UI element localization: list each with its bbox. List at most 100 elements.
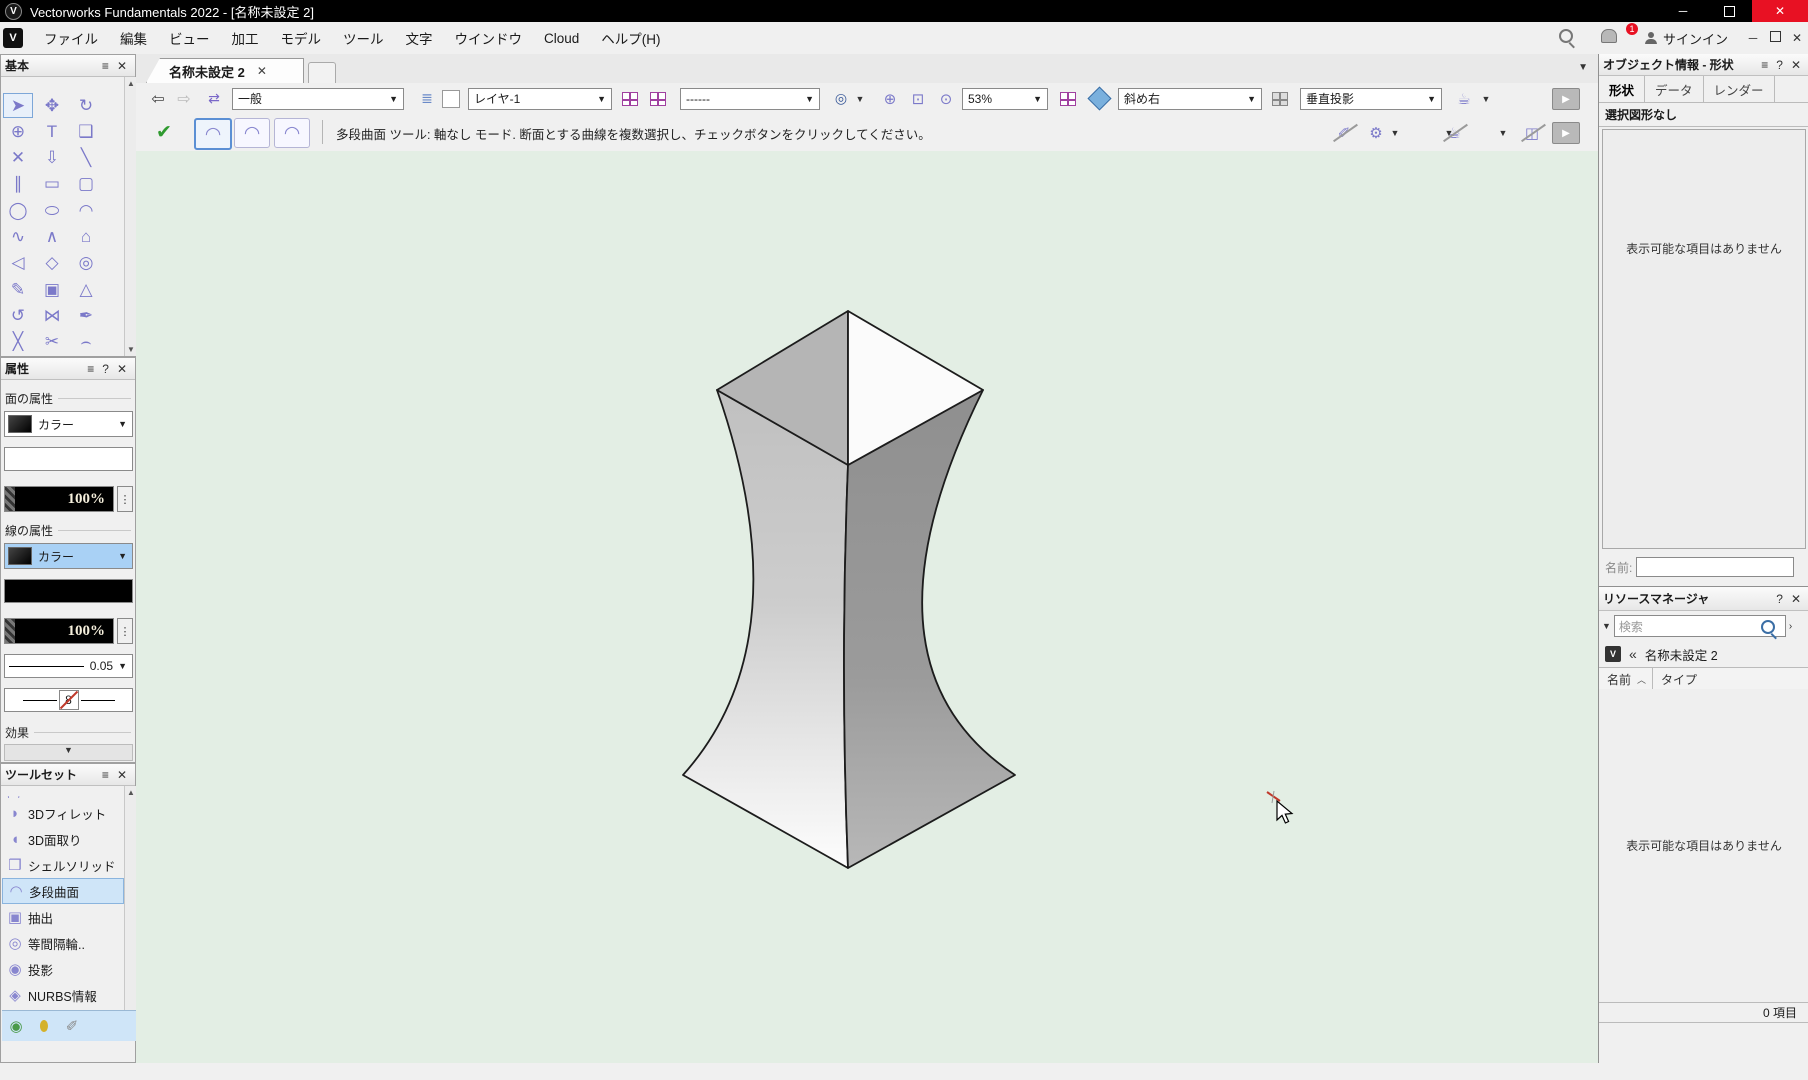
shapes-slash-icon[interactable]: ◫: [1520, 124, 1544, 142]
window-close-button[interactable]: ✕: [1752, 0, 1808, 22]
palette-close-icon[interactable]: ✕: [113, 59, 131, 73]
render-style-teapot-icon[interactable]: ☕: [1452, 90, 1476, 108]
menu-item[interactable]: ファイル: [33, 22, 109, 54]
palette-close-icon[interactable]: ✕: [113, 362, 131, 376]
effects-expand-button[interactable]: ▼: [4, 744, 133, 761]
toolset-item-抽出[interactable]: ▣抽出: [2, 904, 124, 930]
freehand-tool-icon[interactable]: ∿: [3, 225, 33, 250]
panel-expand-chevron-icon[interactable]: ›: [1786, 621, 1795, 632]
callout-tool-icon[interactable]: ❑: [71, 119, 101, 144]
signin-button[interactable]: サインイン: [1631, 29, 1742, 48]
palette-menu-icon[interactable]: ≡: [83, 362, 98, 376]
class-visibility-icon[interactable]: [622, 92, 638, 106]
menu-item[interactable]: ツール: [332, 22, 395, 54]
fillet-tool-icon[interactable]: ⌢: [71, 330, 101, 355]
pen-style-dropdown[interactable]: カラー ▼: [4, 543, 133, 569]
delete-tool-icon[interactable]: ✕: [3, 146, 33, 171]
tab-overflow-chevron-icon[interactable]: ▼: [1578, 62, 1588, 73]
plane-pencil-slash-icon[interactable]: ✐: [1332, 124, 1356, 142]
pen-color-bar[interactable]: [4, 579, 133, 603]
menu-item[interactable]: 編集: [109, 22, 158, 54]
column-name[interactable]: 名前: [1599, 671, 1631, 688]
fill-opacity-slider[interactable]: 100%: [4, 486, 114, 512]
layers-stack-icon[interactable]: ≣: [416, 90, 438, 107]
mirror-tool-icon[interactable]: ⋈: [37, 303, 67, 328]
chevron-down-icon[interactable]: ▼: [852, 94, 868, 104]
window-maximize-button[interactable]: [1706, 0, 1752, 22]
pen-opacity-options-button[interactable]: ⋮: [117, 618, 133, 644]
tab-render[interactable]: レンダー: [1704, 76, 1775, 102]
flyover-tool-icon[interactable]: ↻: [71, 93, 101, 118]
circle-tool-icon[interactable]: ◯: [3, 198, 33, 223]
chevron-down-icon[interactable]: ▼: [1442, 128, 1456, 138]
window-pane-icon[interactable]: [1060, 92, 1076, 106]
sort-ascending-icon[interactable]: ︿: [1637, 673, 1646, 686]
tab-data[interactable]: データ: [1645, 76, 1704, 102]
ellipse-tool-icon[interactable]: ⬭: [37, 198, 67, 223]
zoom-in-icon[interactable]: ⊕: [878, 90, 902, 108]
rounded-rectangle-tool-icon[interactable]: ▢: [71, 172, 101, 197]
toolset-item-シェルソリッド[interactable]: ❒シェルソリッド: [2, 852, 124, 878]
chevron-down-icon[interactable]: ▼: [1599, 621, 1614, 631]
pan-tool-icon[interactable]: ✥: [37, 93, 67, 118]
magnifier-icon[interactable]: ⊙: [934, 90, 958, 108]
menu-item[interactable]: 加工: [221, 22, 270, 54]
tool-settings-gear-icon[interactable]: ⚙: [1364, 124, 1388, 142]
back-view-button[interactable]: ⇦: [146, 89, 170, 109]
layer-visibility-icon[interactable]: [650, 92, 666, 106]
search-button[interactable]: [1545, 29, 1587, 48]
line-style-dropdown[interactable]: ------ ▼: [680, 88, 820, 110]
toolset-item-等間隔輪..[interactable]: ◎等間隔輪..: [2, 930, 124, 956]
palette-close-icon[interactable]: ✕: [113, 768, 131, 782]
chevron-down-icon[interactable]: ▼: [1496, 128, 1510, 138]
reference-point-icon[interactable]: ◎: [830, 90, 852, 107]
pen-opacity-slider[interactable]: 100%: [4, 618, 114, 644]
fit-to-objects-icon[interactable]: ⊡: [906, 90, 930, 108]
selection-tool-icon[interactable]: ➤: [3, 93, 33, 118]
menu-item[interactable]: 文字: [395, 22, 444, 54]
text-tool-icon[interactable]: T: [37, 119, 67, 144]
document-minimize-button[interactable]: ─: [1742, 31, 1764, 45]
toolset-item-投影[interactable]: ◉投影: [2, 956, 124, 982]
line-tool-icon[interactable]: ╲: [71, 146, 101, 171]
tab-close-icon[interactable]: ✕: [257, 64, 267, 78]
rotate-tool-icon[interactable]: ↺: [3, 303, 33, 328]
spiral-tool-icon[interactable]: ◎: [71, 251, 101, 276]
chevron-down-icon[interactable]: ▼: [1478, 94, 1494, 104]
zoom-level-dropdown[interactable]: 53% ▼: [962, 88, 1048, 110]
toolset-item-多段曲面[interactable]: ◠多段曲面: [2, 878, 124, 904]
back-chevrons-icon[interactable]: «: [1629, 646, 1637, 662]
palette-menu-icon[interactable]: ≡: [1757, 58, 1772, 72]
palette-help-icon[interactable]: ?: [98, 362, 113, 376]
zoom-tool-icon[interactable]: ⊕: [3, 119, 33, 144]
render-sphere-icon[interactable]: ◉: [2, 1017, 30, 1035]
polygon-tool-icon[interactable]: ⌂: [71, 225, 101, 250]
scissors-tool-icon[interactable]: ✂: [37, 330, 67, 355]
unified-view-icon[interactable]: [1088, 90, 1110, 107]
toolset-item-3Dフィレット[interactable]: ◗3Dフィレット: [2, 800, 124, 826]
window-minimize-button[interactable]: ─: [1660, 0, 1706, 22]
menu-item[interactable]: ウインドウ: [444, 22, 534, 54]
palette-help-icon[interactable]: ?: [1772, 58, 1787, 72]
projection-dropdown[interactable]: 垂直投影 ▼: [1300, 88, 1442, 110]
document-restore-button[interactable]: [1764, 31, 1786, 45]
rectangle-tool-icon[interactable]: ▭: [37, 172, 67, 197]
loft-surface-object[interactable]: [136, 151, 1598, 1063]
new-tab-stub[interactable]: [308, 62, 336, 84]
drawing-canvas[interactable]: [136, 151, 1598, 1063]
fill-opacity-options-button[interactable]: ⋮: [117, 486, 133, 512]
class-options-button[interactable]: [442, 90, 460, 108]
palette-menu-icon[interactable]: ≡: [98, 59, 113, 73]
confirm-check-button[interactable]: ✔: [150, 121, 178, 144]
clip-tool-icon[interactable]: ▣: [37, 277, 67, 302]
toolset-item-3D面取り[interactable]: ◖3D面取り: [2, 826, 124, 852]
polyline-tool-icon[interactable]: ∧: [37, 225, 67, 250]
pencil-tool-icon[interactable]: ✐: [58, 1017, 86, 1035]
palette-menu-icon[interactable]: ≡: [98, 768, 113, 782]
resource-search-input[interactable]: 検索: [1614, 615, 1786, 637]
loft-no-axis-mode-button[interactable]: ◠: [194, 118, 232, 150]
viewbar-overflow-button[interactable]: ▶: [1552, 88, 1580, 110]
arc-tool-icon[interactable]: ◠: [71, 198, 101, 223]
modebar-overflow-button[interactable]: ▶: [1552, 122, 1580, 144]
palette-close-icon[interactable]: ✕: [1787, 592, 1805, 606]
